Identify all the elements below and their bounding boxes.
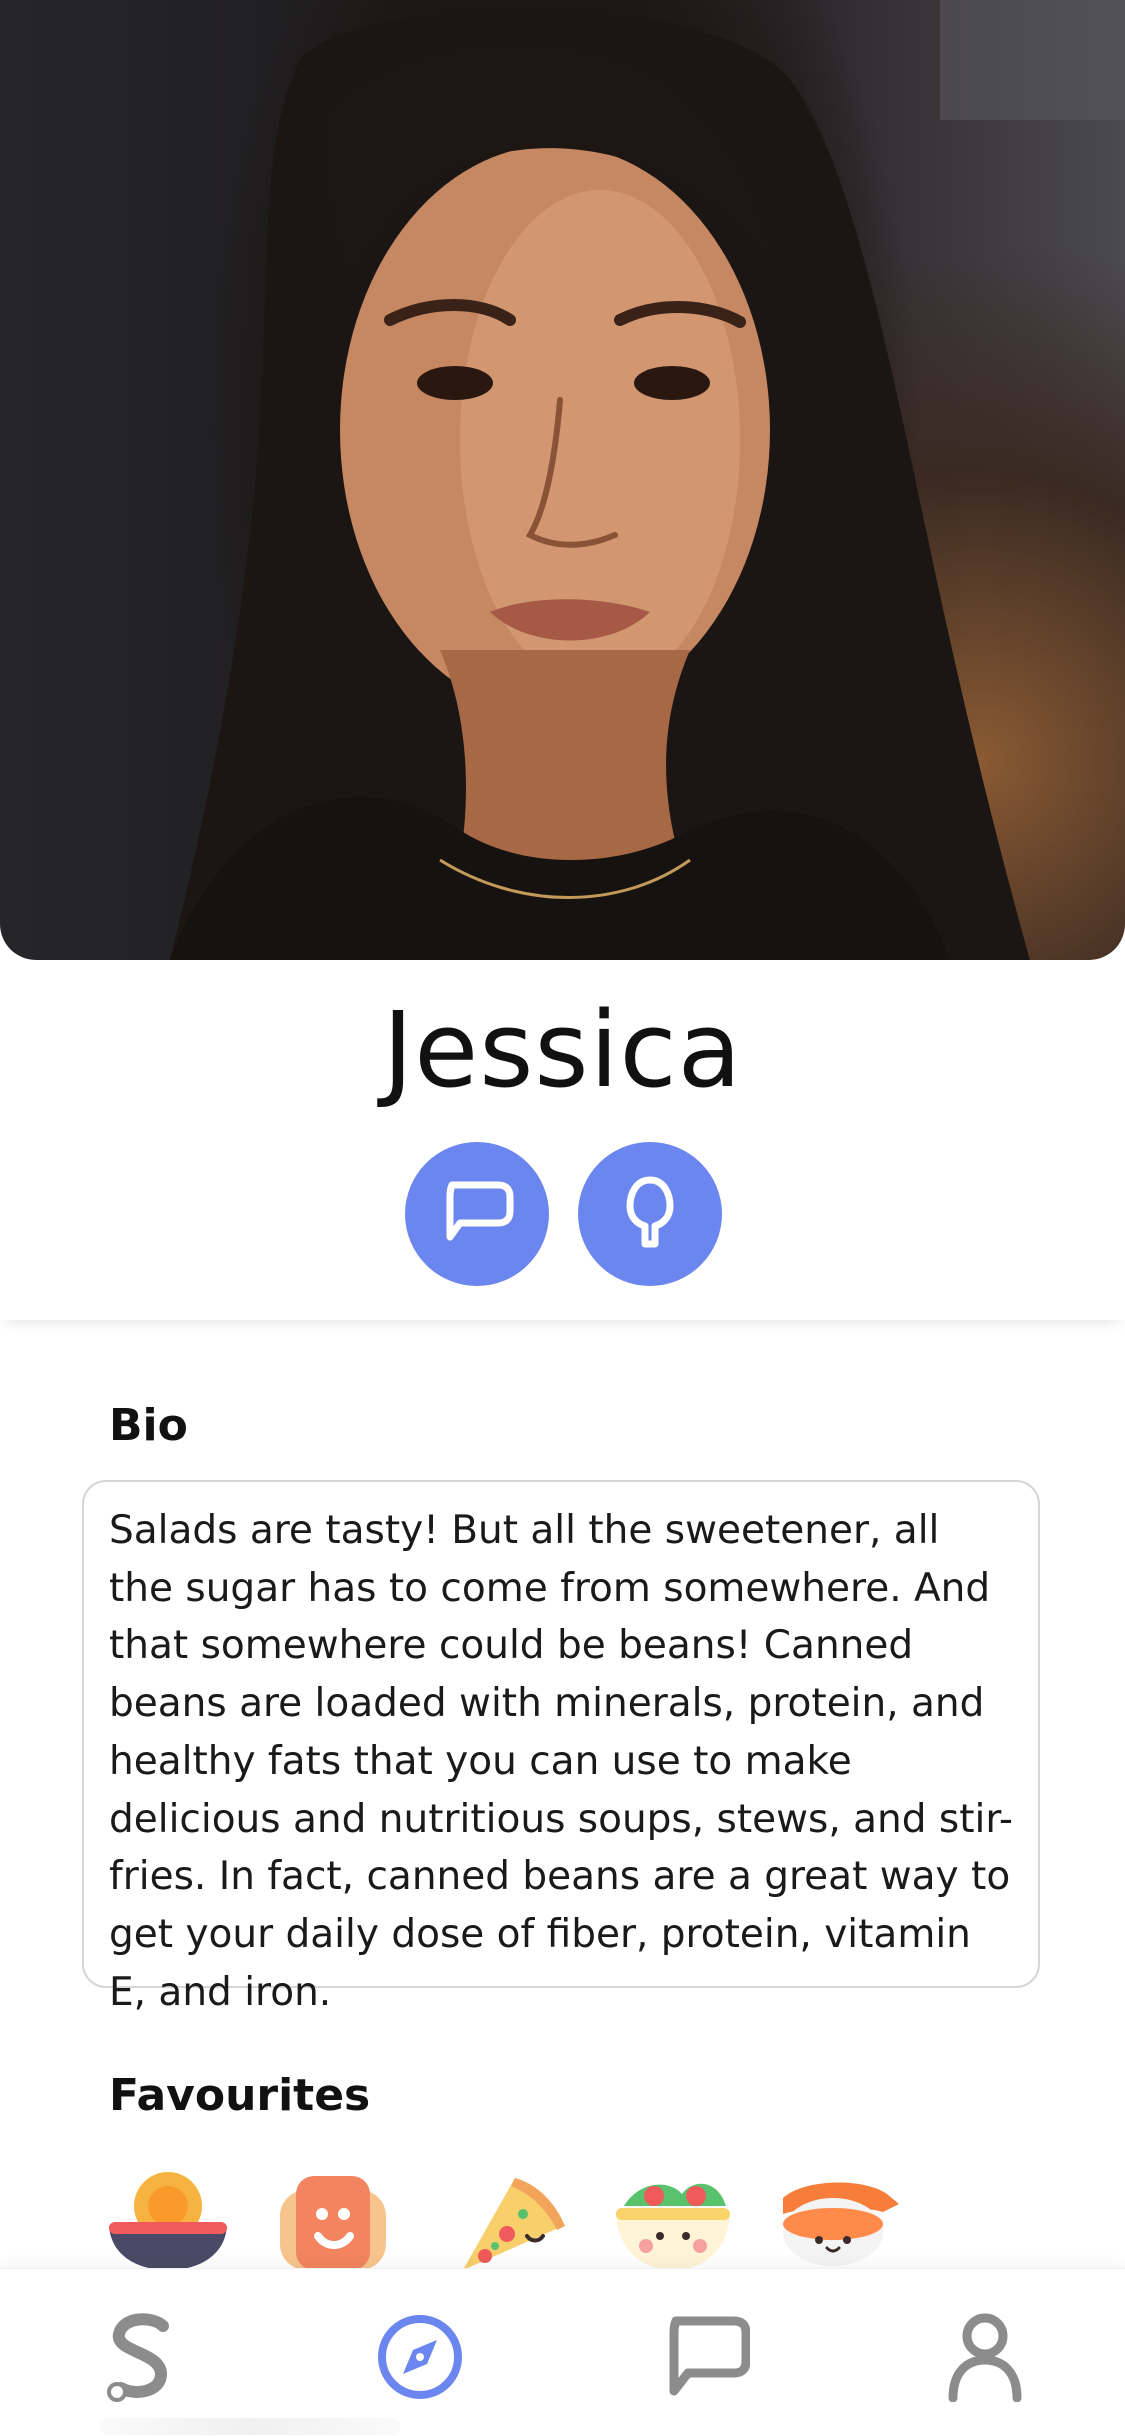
compass-icon [375,2312,465,2406]
chat-bubble-icon [438,1177,516,1251]
logo-icon [105,2312,175,2406]
profile-icon [945,2312,1025,2406]
nav-home[interactable] [90,2309,190,2409]
noodle-bowl-icon[interactable] [105,2170,231,2270]
sushi-icon[interactable] [775,2170,901,2270]
nav-profile[interactable] [935,2309,1035,2409]
nav-discover[interactable] [370,2309,470,2409]
favourites-list [105,2170,1005,2270]
pizza-slice-icon[interactable] [445,2170,571,2270]
bottom-navigation [0,2268,1125,2436]
chat-icon [660,2315,751,2403]
waffle-icon[interactable] [270,2170,396,2270]
home-indicator [100,2418,400,2435]
salad-bowl-icon[interactable] [610,2170,736,2270]
profile-photo [0,0,1125,960]
spoon-button[interactable] [578,1142,722,1286]
spoon-icon [620,1174,680,1254]
bio-card: Salads are tasty! But all the sweetener,… [82,1480,1040,2015]
bio-text: Salads are tasty! But all the sweetener,… [109,1508,1013,2015]
message-button[interactable] [405,1142,549,1286]
profile-name: Jessica [382,989,743,1111]
bio-heading: Bio [109,1400,188,1451]
nav-chat[interactable] [655,2309,755,2409]
favourites-heading: Favourites [109,2070,371,2121]
